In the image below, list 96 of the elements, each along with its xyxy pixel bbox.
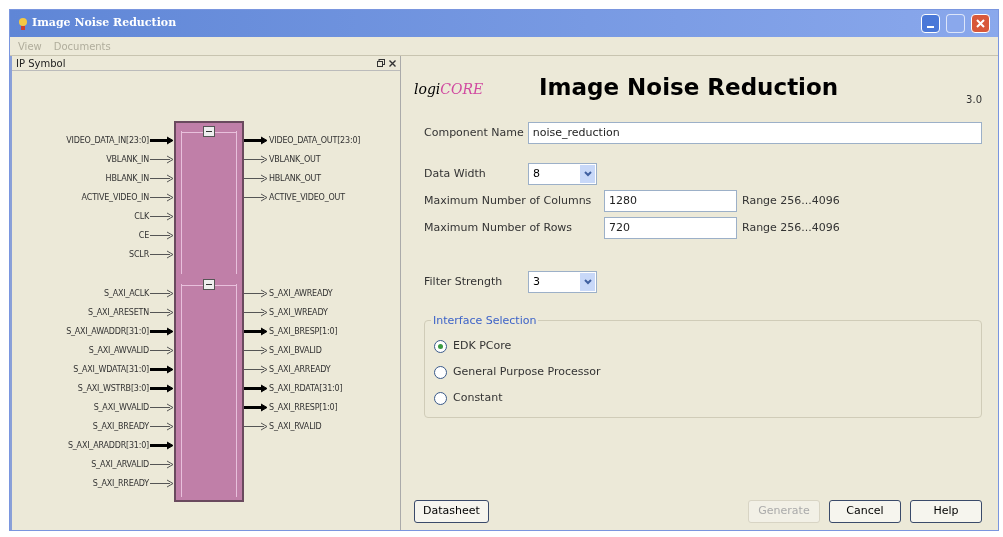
pin-label: HBLANK_IN <box>105 174 149 183</box>
field-label: Data Width <box>424 165 487 182</box>
pin-label: S_AXI_AWREADY <box>269 289 333 298</box>
pin-arrow-icon <box>150 346 174 355</box>
pin-arrow-icon <box>150 212 174 221</box>
pin-label: S_AXI_AWADDR[31:0] <box>66 327 149 336</box>
close-icon <box>976 19 985 28</box>
datasheet-button[interactable]: Datasheet <box>414 500 489 523</box>
radio-button[interactable] <box>434 391 447 405</box>
pin-arrow-icon <box>150 289 174 298</box>
pin-label: VBLANK_OUT <box>269 155 321 164</box>
pin-arrow-icon <box>244 384 268 393</box>
text-field[interactable]: noise_reduction <box>527 122 982 144</box>
pin-label: S_AXI_AWVALID <box>88 346 149 355</box>
pin-label: HBLANK_OUT <box>269 174 321 183</box>
pin-arrow-icon <box>244 346 268 355</box>
radio-button[interactable] <box>434 365 447 379</box>
pin-arrow-icon <box>150 441 174 450</box>
field-label: Maximum Number of Rows <box>424 219 574 236</box>
pin-label: CE <box>138 231 149 240</box>
field-label: Filter Strength <box>424 273 504 290</box>
pin-label: S_AXI_WVALID <box>93 403 149 412</box>
pin-label: S_AXI_WSTRB[3:0] <box>77 384 149 393</box>
pin-label: ACTIVE_VIDEO_OUT <box>269 193 345 202</box>
dropdown[interactable]: 3 <box>528 271 597 293</box>
pin-arrow-icon <box>244 308 268 317</box>
pin-label: S_AXI_ARREADY <box>269 365 331 374</box>
pin-label: S_AXI_RRESP[1:0] <box>269 403 338 412</box>
pin-label: S_AXI_ARADDR[31:0] <box>67 441 149 450</box>
pin-arrow-icon <box>244 327 268 336</box>
dropdown[interactable]: 8 <box>528 163 597 185</box>
pin-arrow-icon <box>150 327 174 336</box>
pin-label: S_AXI_WREADY <box>269 308 328 317</box>
field-label: Range 256...4096 <box>742 219 840 236</box>
field-label: Component Name <box>424 124 524 141</box>
pin-arrow-icon <box>150 365 174 374</box>
pin-label: SCLR <box>129 250 149 259</box>
pin-label: S_AXI_ARVALID <box>91 460 149 469</box>
chevron-down-icon <box>580 165 595 183</box>
pin-label: VIDEO_DATA_IN[23:0] <box>66 136 149 145</box>
pin-arrow-icon <box>150 174 174 183</box>
collapse-icon[interactable] <box>203 279 215 290</box>
close-button[interactable] <box>971 14 990 33</box>
pin-label: ACTIVE_VIDEO_IN <box>81 193 149 202</box>
pin-arrow-icon <box>244 155 268 164</box>
restore-icon[interactable] <box>377 59 385 67</box>
text-field[interactable]: 1280 <box>604 190 737 212</box>
pin-arrow-icon <box>150 250 174 259</box>
field-label: Range 256...4096 <box>742 192 840 209</box>
pin-label: VBLANK_IN <box>106 155 149 164</box>
pin-arrow-icon <box>150 231 174 240</box>
pin-arrow-icon <box>150 155 174 164</box>
pin-label: S_AXI_RVALID <box>269 422 322 431</box>
dialog-button[interactable]: Cancel <box>829 500 901 523</box>
pin-arrow-icon <box>244 289 268 298</box>
pin-arrow-icon <box>150 479 174 488</box>
panel-title: IP Symbol <box>16 56 66 71</box>
dialog-button[interactable]: Help <box>910 500 982 523</box>
pin-label: CLK <box>134 212 149 221</box>
dialog-title: Image Noise Reduction <box>539 76 839 99</box>
field-label: Maximum Number of Columns <box>424 192 593 209</box>
pin-arrow-icon <box>150 460 174 469</box>
pin-arrow-icon <box>244 174 268 183</box>
pin-label: S_AXI_BRESP[1:0] <box>269 327 338 336</box>
window-title: Image Noise Reduction <box>32 15 177 32</box>
pin-label: S_AXI_WDATA[31:0] <box>73 365 149 374</box>
pin-arrow-icon <box>150 403 174 412</box>
version-label: 3.0 <box>966 93 982 107</box>
chevron-down-icon <box>580 273 595 291</box>
pin-label: S_AXI_ACLK <box>104 289 149 298</box>
collapse-icon[interactable] <box>203 126 215 137</box>
pin-arrow-icon <box>150 136 174 145</box>
pin-arrow-icon <box>150 193 174 202</box>
pin-arrow-icon <box>244 365 268 374</box>
radio-label: General Purpose Processor <box>453 363 601 380</box>
lightbulb-icon <box>18 16 28 31</box>
pin-label: VIDEO_DATA_OUT[23:0] <box>269 136 361 145</box>
pin-label: S_AXI_ARESETN <box>88 308 149 317</box>
text-field[interactable]: 720 <box>604 217 737 239</box>
pin-arrow-icon <box>150 422 174 431</box>
pin-label: S_AXI_BREADY <box>92 422 149 431</box>
radio-label: Constant <box>453 389 503 406</box>
pin-arrow-icon <box>244 422 268 431</box>
pin-arrow-icon <box>244 136 268 145</box>
radio-label: EDK PCore <box>453 337 512 354</box>
pin-label: S_AXI_RREADY <box>92 479 149 488</box>
pin-arrow-icon <box>244 403 268 412</box>
radio-button[interactable] <box>434 339 447 353</box>
pin-label: S_AXI_BVALID <box>269 346 322 355</box>
logicore-logo: logiCORE <box>414 82 485 96</box>
pin-arrow-icon <box>244 193 268 202</box>
pin-arrow-icon <box>150 308 174 317</box>
close-icon[interactable] <box>389 59 396 67</box>
minimize-button[interactable] <box>921 14 940 33</box>
pin-arrow-icon <box>150 384 174 393</box>
pin-label: S_AXI_RDATA[31:0] <box>269 384 343 393</box>
